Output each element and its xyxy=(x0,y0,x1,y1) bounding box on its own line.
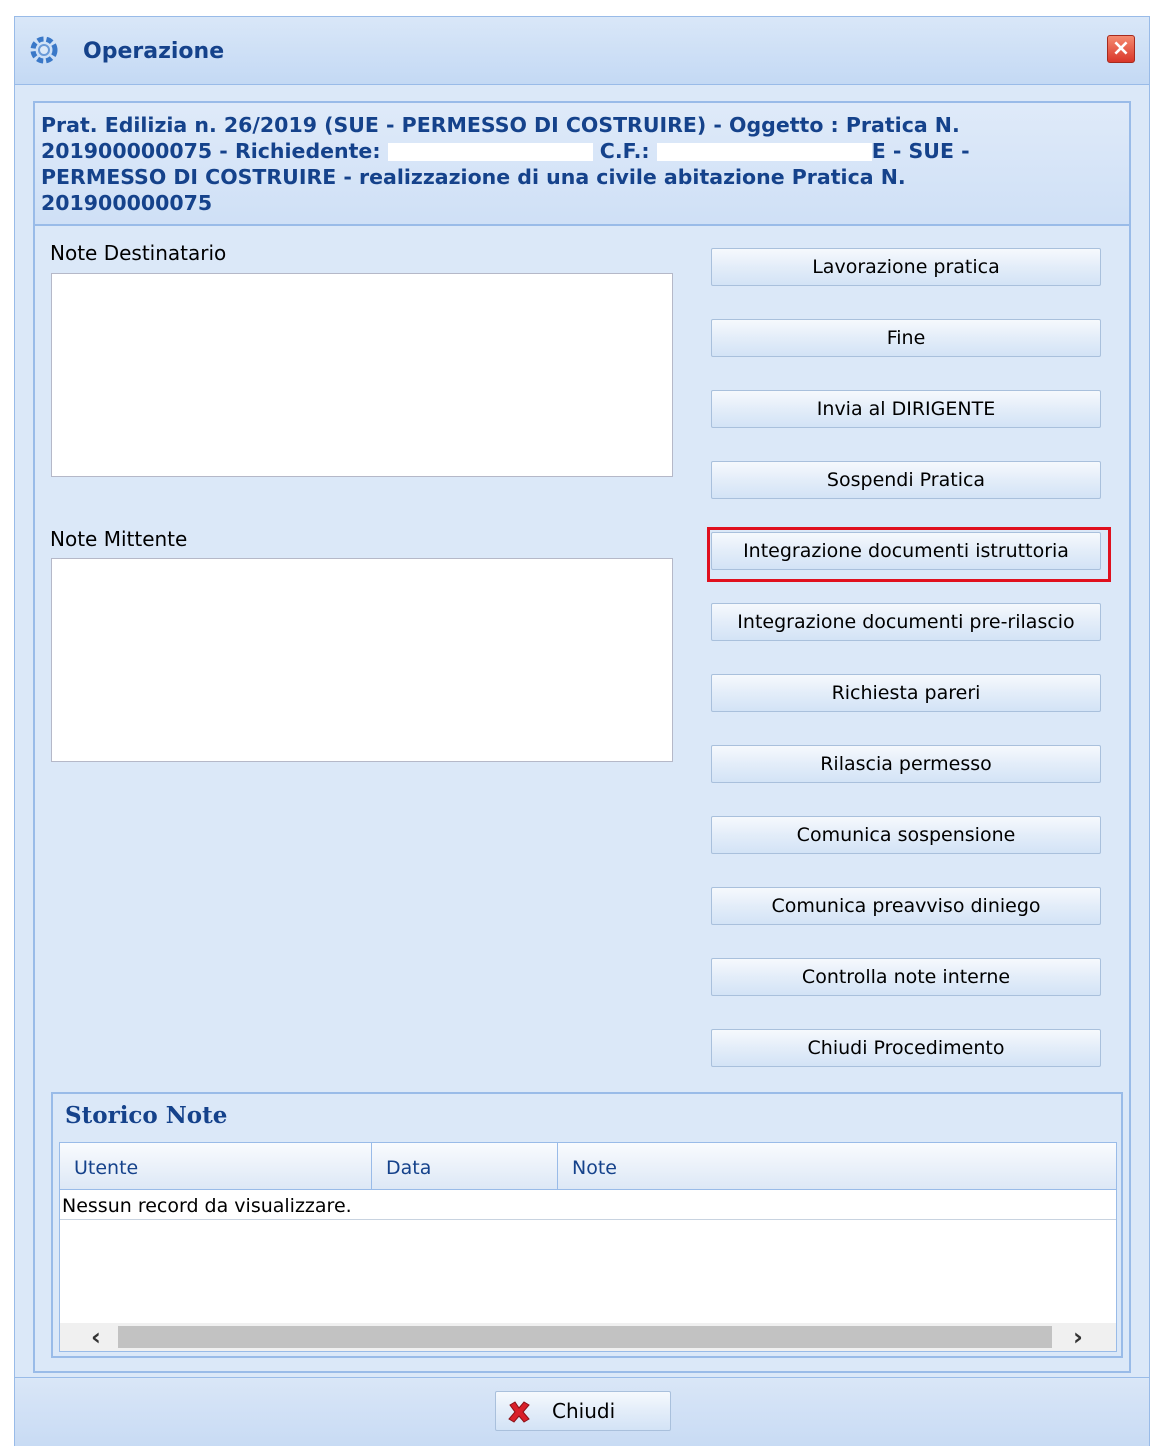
header-line-1: Prat. Edilizia n. 26/2019 (SUE - PERMESS… xyxy=(41,113,960,137)
invia-dirigente-button[interactable]: Invia al DIRIGENTE xyxy=(711,390,1101,428)
integrazione-pre-rilascio-button[interactable]: Integrazione documenti pre-rilascio xyxy=(711,603,1101,641)
comunica-preavviso-diniego-button[interactable]: Comunica preavviso diniego xyxy=(711,887,1101,925)
window-footer: Chiudi xyxy=(15,1379,1149,1446)
chiudi-label: Chiudi xyxy=(552,1399,616,1423)
chiudi-button[interactable]: Chiudi xyxy=(495,1391,671,1431)
sospendi-pratica-button[interactable]: Sospendi Pratica xyxy=(711,461,1101,499)
controlla-note-interne-button[interactable]: Controlla note interne xyxy=(711,958,1101,996)
header-line-3: PERMESSO DI COSTRUIRE - realizzazione di… xyxy=(41,165,906,189)
note-mittente-label: Note Mittente xyxy=(50,527,188,551)
storico-note-panel: Storico Note Utente Data Note Nessun rec… xyxy=(51,1092,1123,1358)
operation-panel: Prat. Edilizia n. 26/2019 (SUE - PERMESS… xyxy=(33,101,1131,1373)
scroll-left-icon[interactable]: ‹ xyxy=(76,1323,116,1351)
horizontal-scrollbar[interactable]: ‹ › xyxy=(60,1323,1116,1351)
operazione-window: Operazione × Prat. Edilizia n. 26/2019 (… xyxy=(14,16,1150,1446)
rilascia-permesso-button[interactable]: Rilascia permesso xyxy=(711,745,1101,783)
redacted-name xyxy=(387,143,593,161)
column-data[interactable]: Data xyxy=(372,1143,558,1189)
scroll-thumb[interactable] xyxy=(118,1326,1052,1348)
pratica-description: Prat. Edilizia n. 26/2019 (SUE - PERMESS… xyxy=(41,112,1101,216)
column-note[interactable]: Note xyxy=(558,1143,1116,1189)
pratica-header: Prat. Edilizia n. 26/2019 (SUE - PERMESS… xyxy=(35,103,1129,226)
lavorazione-pratica-button[interactable]: Lavorazione pratica xyxy=(711,248,1101,286)
column-utente[interactable]: Utente xyxy=(60,1143,372,1189)
storico-note-grid: Utente Data Note Nessun record da visual… xyxy=(59,1142,1117,1352)
header-line-4: 201900000075 xyxy=(41,191,213,215)
empty-message: Nessun record da visualizzare. xyxy=(60,1190,1116,1220)
red-x-icon xyxy=(506,1399,532,1425)
comunica-sospensione-button[interactable]: Comunica sospensione xyxy=(711,816,1101,854)
chiudi-procedimento-button[interactable]: Chiudi Procedimento xyxy=(711,1029,1101,1067)
integrazione-istruttoria-button[interactable]: Integrazione documenti istruttoria xyxy=(711,532,1101,570)
note-destinatario-textarea[interactable] xyxy=(51,273,673,477)
window-title: Operazione xyxy=(83,39,225,64)
header-line-2b: C.F.: xyxy=(592,139,657,163)
header-line-2a: 201900000075 - Richiedente: xyxy=(41,139,388,163)
fine-button[interactable]: Fine xyxy=(711,319,1101,357)
grid-header: Utente Data Note xyxy=(60,1143,1116,1190)
window-titlebar[interactable]: Operazione × xyxy=(15,17,1149,85)
redacted-cf xyxy=(656,143,872,161)
richiesta-pareri-button[interactable]: Richiesta pareri xyxy=(711,674,1101,712)
window-body: Prat. Edilizia n. 26/2019 (SUE - PERMESS… xyxy=(15,86,1149,1378)
note-destinatario-label: Note Destinatario xyxy=(50,241,227,265)
note-mittente-textarea[interactable] xyxy=(51,558,673,762)
scroll-right-icon[interactable]: › xyxy=(1058,1323,1098,1351)
close-icon[interactable]: × xyxy=(1107,35,1135,63)
header-line-2c: E - SUE - xyxy=(871,139,970,163)
storico-note-title: Storico Note xyxy=(65,1102,228,1129)
gear-spin-icon xyxy=(27,33,61,67)
